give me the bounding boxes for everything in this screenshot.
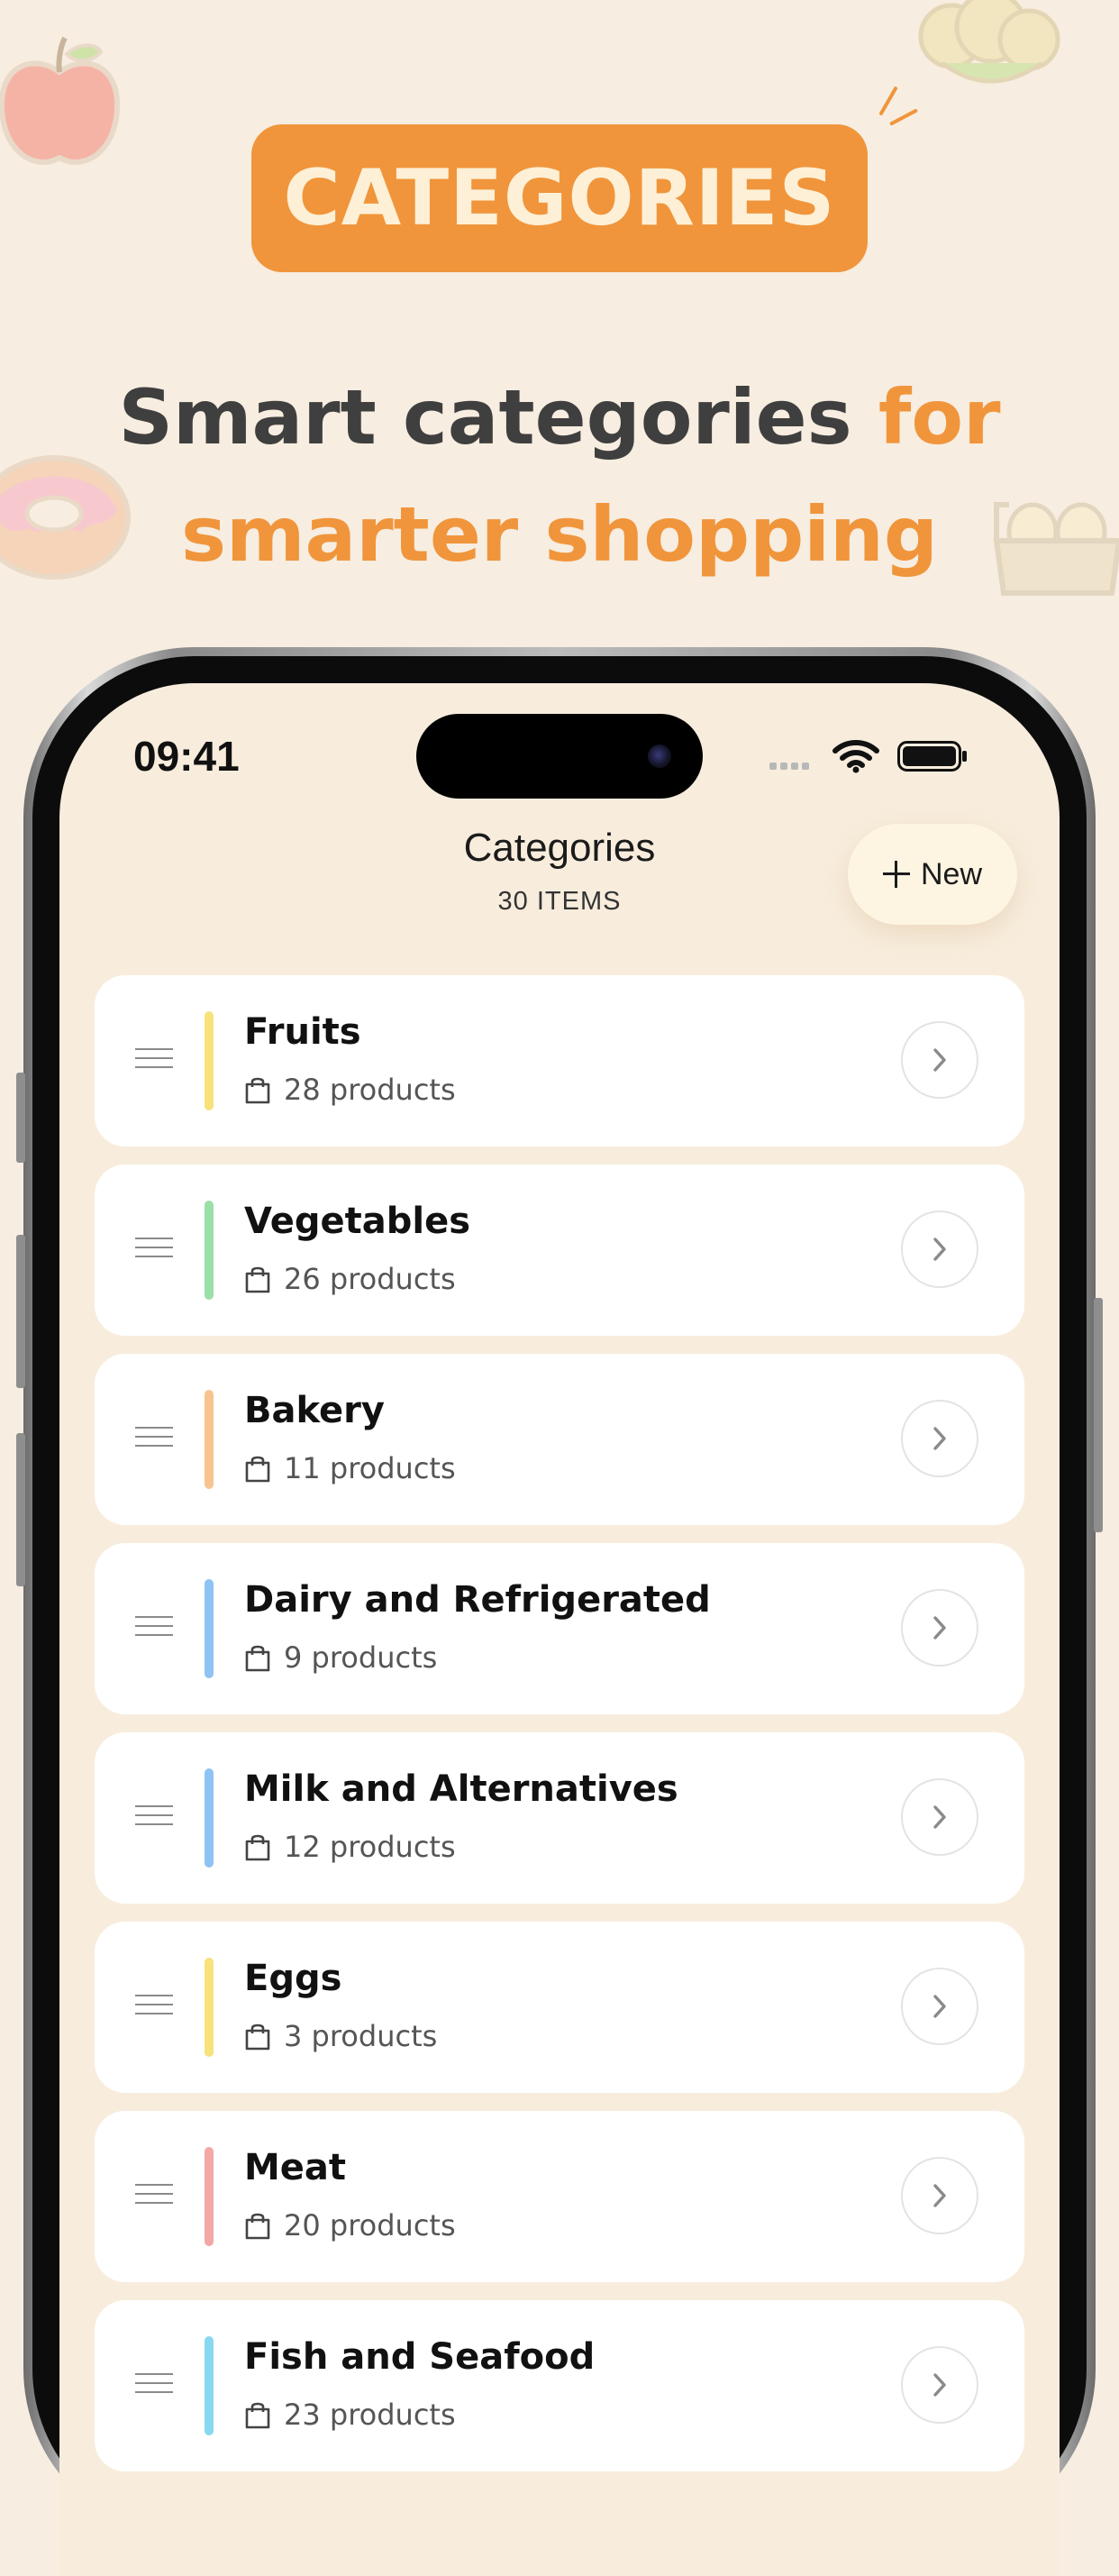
headline-accent-text: for [878, 373, 1001, 461]
chevron-right-icon [933, 2184, 946, 2207]
open-category-button[interactable] [901, 1400, 978, 1477]
chevron-right-icon [933, 1427, 946, 1450]
category-row[interactable]: Eggs 3 products [95, 1922, 1024, 2093]
category-color-bar [205, 1768, 214, 1868]
category-list: Fruits 28 products Vegetables 26 product… [95, 975, 1024, 2489]
category-product-count: 23 products [244, 2398, 456, 2432]
category-product-count: 20 products [244, 2208, 456, 2243]
open-category-button[interactable] [901, 1589, 978, 1667]
category-row[interactable]: Dairy and Refrigerated 9 products [95, 1543, 1024, 1714]
category-name: Meat [244, 2147, 347, 2188]
category-color-bar [205, 1390, 214, 1489]
category-name: Bakery [244, 1390, 385, 1431]
category-row[interactable]: Fruits 28 products [95, 975, 1024, 1146]
category-name: Fruits [244, 1011, 361, 1053]
category-color-bar [205, 1958, 214, 2057]
category-color-bar [205, 1201, 214, 1300]
bag-icon [245, 1645, 270, 1672]
category-row[interactable]: Milk and Alternatives 12 products [95, 1732, 1024, 1904]
drag-handle-icon[interactable] [135, 2184, 173, 2207]
broccoli-icon [918, 0, 1060, 84]
plus-icon [882, 861, 910, 888]
category-product-count: 9 products [244, 1640, 437, 1675]
drag-handle-icon[interactable] [135, 1616, 173, 1640]
chevron-right-icon [933, 1616, 946, 1640]
battery-icon [897, 741, 967, 772]
category-name: Milk and Alternatives [244, 1768, 678, 1810]
category-color-bar [205, 1011, 214, 1110]
drag-handle-icon[interactable] [135, 1805, 173, 1829]
category-count-text: 26 products [284, 1262, 456, 1296]
category-color-bar [205, 2336, 214, 2435]
category-product-count: 3 products [244, 2019, 437, 2053]
bag-icon [245, 2213, 270, 2240]
category-color-bar [205, 1579, 214, 1678]
category-name: Fish and Seafood [244, 2336, 596, 2378]
status-time: 09:41 [133, 733, 240, 780]
bag-icon [245, 1834, 270, 1861]
open-category-button[interactable] [901, 1210, 978, 1288]
category-row[interactable]: Vegetables 26 products [95, 1165, 1024, 1336]
wifi-icon [832, 740, 879, 773]
category-count-text: 20 products [284, 2208, 456, 2243]
drag-handle-icon[interactable] [135, 1048, 173, 1072]
category-row[interactable]: Meat 20 products [95, 2111, 1024, 2282]
category-count-text: 9 products [284, 1640, 438, 1675]
chevron-right-icon [933, 2373, 946, 2397]
category-color-bar [205, 2147, 214, 2246]
phone-side-button [16, 1073, 25, 1163]
headline-dark-text: Smart categories [118, 373, 878, 461]
signal-icon [769, 763, 809, 770]
new-category-button[interactable]: New [848, 824, 1017, 925]
drag-handle-icon[interactable] [135, 1238, 173, 1261]
category-name: Dairy and Refrigerated [244, 1579, 711, 1621]
bag-icon [245, 2402, 270, 2429]
camera-icon [648, 744, 671, 768]
spark-line [878, 86, 898, 116]
categories-badge: CATEGORIES [251, 124, 868, 272]
promo-headline: Smart categories for smarter shopping [54, 359, 1065, 593]
bag-icon [245, 1266, 270, 1293]
category-count-text: 23 products [284, 2398, 456, 2432]
phone-side-button [16, 1235, 25, 1388]
spark-line [889, 108, 918, 126]
category-product-count: 26 products [244, 1262, 456, 1296]
phone-side-button [1094, 1298, 1103, 1532]
bag-icon [245, 2023, 270, 2051]
category-product-count: 12 products [244, 1830, 456, 1864]
chevron-right-icon [933, 1048, 946, 1072]
open-category-button[interactable] [901, 2157, 978, 2234]
category-name: Eggs [244, 1958, 342, 1999]
open-category-button[interactable] [901, 1021, 978, 1099]
chevron-right-icon [933, 1805, 946, 1829]
category-product-count: 11 products [244, 1451, 456, 1485]
headline-accent-line-2: smarter shopping [181, 490, 938, 579]
category-count-text: 28 products [284, 1073, 456, 1107]
drag-handle-icon[interactable] [135, 1427, 173, 1450]
category-count-text: 11 products [284, 1451, 456, 1485]
open-category-button[interactable] [901, 2346, 978, 2424]
new-button-label: New [920, 856, 983, 891]
chevron-right-icon [933, 1238, 946, 1261]
open-category-button[interactable] [901, 1778, 978, 1856]
category-name: Vegetables [244, 1201, 471, 1242]
category-count-text: 3 products [284, 2019, 438, 2053]
bag-icon [245, 1077, 270, 1104]
apple-icon [0, 36, 121, 165]
open-category-button[interactable] [901, 1968, 978, 2045]
phone-side-button [16, 1433, 25, 1586]
category-row[interactable]: Fish and Seafood 23 products [95, 2300, 1024, 2471]
bag-icon [245, 1456, 270, 1483]
category-row[interactable]: Bakery 11 products [95, 1354, 1024, 1525]
category-product-count: 28 products [244, 1073, 456, 1107]
drag-handle-icon[interactable] [135, 2373, 173, 2397]
drag-handle-icon[interactable] [135, 1995, 173, 2018]
category-count-text: 12 products [284, 1830, 456, 1864]
chevron-right-icon [933, 1995, 946, 2018]
